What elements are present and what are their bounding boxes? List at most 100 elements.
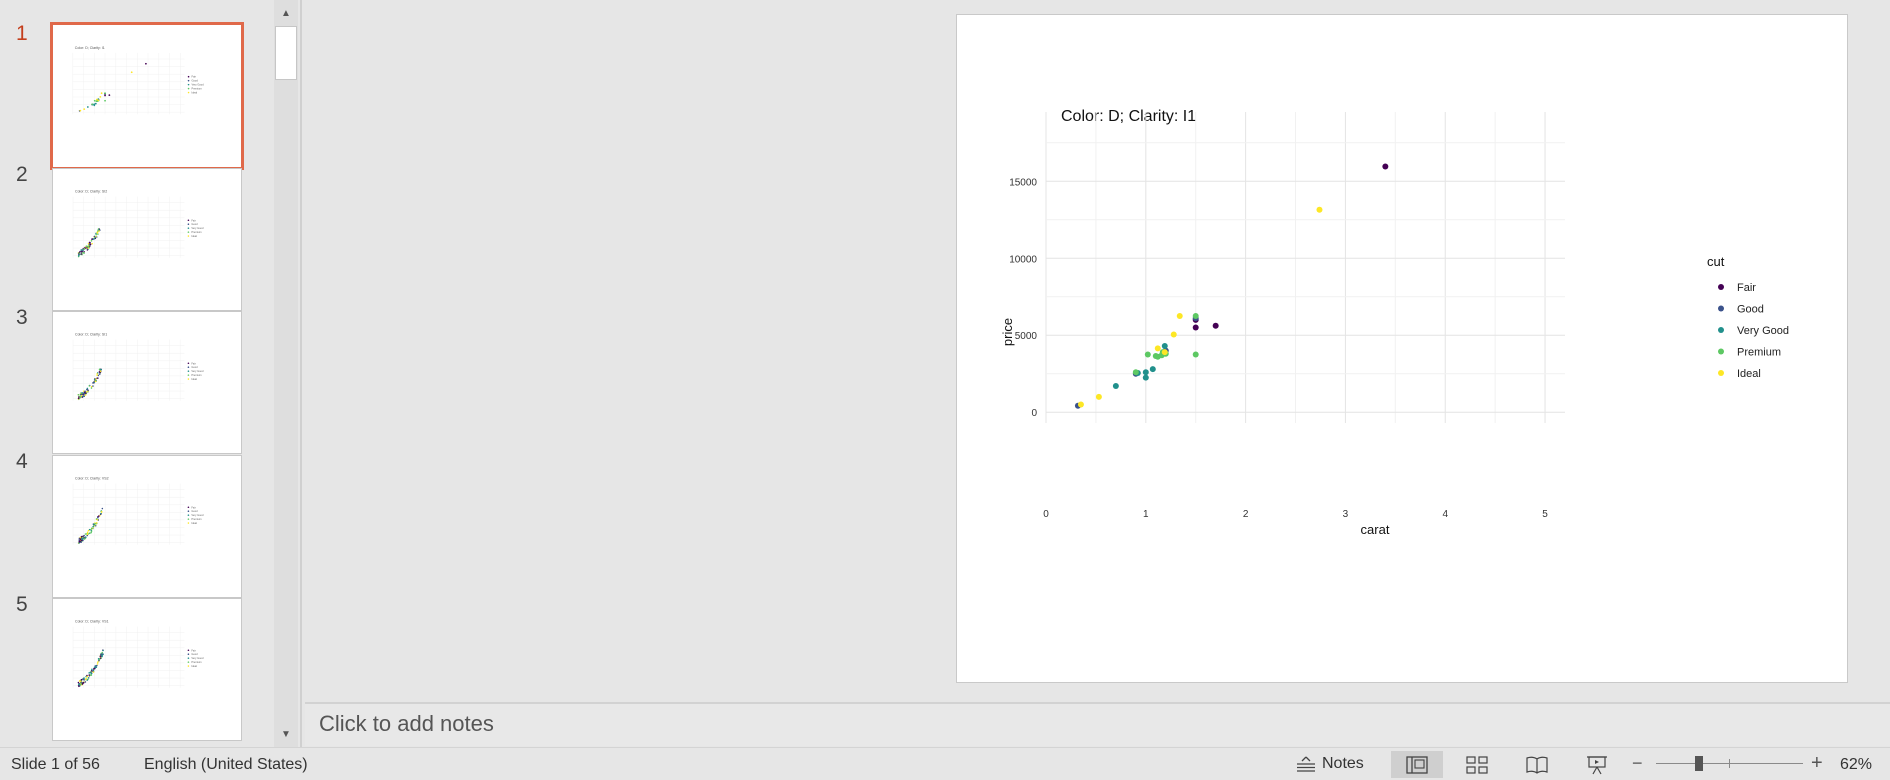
thumbnail-point: [93, 666, 96, 669]
thumbnail-point: [89, 243, 92, 246]
scrollbar-track[interactable]: [274, 0, 298, 747]
thumbnail-legend-entry: Premium: [191, 230, 201, 234]
thumbnail-point: [102, 649, 104, 652]
thumbnail-legend-swatch: [187, 362, 190, 365]
normal-view-button[interactable]: [1391, 751, 1443, 778]
thumbnail-legend-swatch: [187, 91, 190, 94]
thumbnail-legend-entry: Premium: [191, 660, 201, 664]
x-axis-label: carat: [1361, 522, 1390, 537]
thumbnail-point: [82, 251, 85, 254]
data-point: [1149, 366, 1156, 373]
thumbnail-point: [86, 533, 89, 536]
chart-grid: [1045, 112, 1565, 423]
language-indicator[interactable]: English (United States): [144, 756, 308, 774]
legend-title: cut: [1707, 254, 1725, 269]
scrollbar-thumb[interactable]: [275, 26, 297, 80]
thumbnail-scrollbar[interactable]: ▲ ▼: [273, 0, 299, 747]
thumbnail-legend-swatch: [187, 87, 190, 90]
zoom-slider[interactable]: [1656, 756, 1803, 771]
legend-entry: Very Good: [1737, 325, 1789, 337]
thumbnail-point: [83, 248, 86, 250]
thumbnail-point: [104, 94, 106, 97]
thumbnail-legend-entry: Premium: [191, 373, 201, 377]
thumbnail-point: [79, 395, 81, 398]
thumbnail-legend-swatch: [187, 366, 190, 369]
thumbnail-point: [95, 378, 97, 380]
scroll-down-arrow-icon[interactable]: ▼: [274, 723, 298, 745]
data-point: [1152, 353, 1159, 360]
data-point: [1112, 383, 1119, 390]
zoom-slider-center-mark: [1729, 759, 1730, 768]
thumbnail-point: [83, 108, 86, 111]
thumbnail-point: [86, 106, 89, 108]
slide-thumbnail-3[interactable]: Color: D; Clarity: SI1 Fair Good Very Good P…: [52, 311, 242, 454]
thumbnail-point: [81, 393, 83, 395]
thumbnail-point: [86, 387, 89, 390]
thumbnail-point: [91, 238, 93, 241]
thumbnail-point: [92, 385, 94, 387]
slide-thumbnail-5[interactable]: Color: D; Clarity: VS1 Fair Good Very Good P…: [52, 598, 242, 741]
legend-swatch: [1718, 327, 1724, 333]
slide-sorter-view-button[interactable]: [1451, 751, 1503, 778]
zoom-in-button[interactable]: +: [1811, 752, 1823, 775]
thumbnail-point: [89, 241, 91, 244]
thumbnail-legend-entry: Fair: [191, 648, 196, 652]
thumbnail-legend-entry: Good: [191, 509, 198, 513]
thumbnail-point: [96, 664, 98, 667]
thumbnail-point: [77, 397, 80, 400]
slide-counter: Slide 1 of 56: [11, 756, 100, 773]
thumbnail-point: [82, 395, 85, 398]
y-axis-label: price: [1000, 318, 1015, 346]
thumbnail-point: [79, 536, 82, 539]
thumbnail-point: [82, 682, 84, 685]
thumbnail-legend-swatch: [187, 235, 190, 237]
slide-number-2: 2: [16, 163, 28, 186]
slide-sorter-icon: [1466, 755, 1488, 774]
thumbnail-point: [100, 653, 102, 656]
data-point: [1212, 322, 1219, 329]
data-point: [1132, 369, 1139, 376]
thumbnail-point: [90, 531, 92, 534]
notes-toggle-button[interactable]: Notes: [1292, 752, 1368, 776]
thumbnail-point: [83, 392, 86, 395]
thumbnail-point: [100, 512, 102, 515]
thumbnail-point: [85, 536, 87, 539]
thumbnail-point: [80, 249, 82, 251]
x-tick-label: 1: [1143, 509, 1149, 520]
zoom-out-button[interactable]: −: [1632, 753, 1643, 774]
thumbnail-point: [95, 522, 98, 524]
y-tick-label: 15000: [1009, 177, 1037, 188]
thumbnail-point: [130, 71, 133, 74]
thumbnail-point: [79, 683, 82, 686]
slide-thumbnail-panel: 1 Color: D; Clarity: I1 Fair Good Very Good…: [0, 0, 300, 747]
slide-thumbnail-1[interactable]: Color: D; Clarity: I1 Fair Good Very Good Pr…: [50, 22, 244, 170]
slide-show-button[interactable]: [1571, 751, 1623, 778]
thumbnail-point: [78, 540, 80, 543]
thumbnail-point: [83, 677, 85, 679]
slide-thumbnail-4[interactable]: Color: D; Clarity: VS2 Fair Good Very Good P…: [52, 455, 242, 598]
thumbnail-legend-entry: Very Good: [191, 513, 204, 517]
zoom-level[interactable]: 62%: [1840, 756, 1872, 774]
reading-view-button[interactable]: [1511, 751, 1563, 778]
notes-placeholder[interactable]: Click to add notes: [319, 711, 494, 737]
slide-thumbnail-2[interactable]: Color: D; Clarity: SI2 Fair Good Very Good P…: [52, 168, 242, 311]
thumbnail-legend-entry: Fair: [191, 218, 196, 222]
thumbnail-point: [98, 658, 101, 661]
thumbnail-point: [83, 538, 86, 540]
thumbnail-point: [83, 679, 85, 681]
slide-canvas[interactable]: Color: D; Clarity: I1 0 1 2 3 4 5 0 5000 10000 15…: [956, 14, 1848, 683]
data-point: [1161, 349, 1168, 356]
thumbnail-legend-entry: Fair: [191, 361, 196, 365]
thumbnail-point: [95, 666, 98, 669]
thumbnail-point: [96, 519, 99, 521]
thumbnail-legend-swatch: [187, 378, 190, 380]
slide-number-1: 1: [16, 22, 28, 45]
thumbnail-legend-entry: Ideal: [191, 234, 197, 238]
slide-show-icon: [1587, 755, 1607, 774]
scroll-up-arrow-icon[interactable]: ▲: [274, 2, 298, 24]
data-point: [1382, 163, 1389, 170]
data-point: [1142, 374, 1149, 381]
zoom-slider-handle[interactable]: [1694, 756, 1703, 771]
notes-pane[interactable]: Click to add notes: [305, 702, 1890, 746]
thumbnail-point: [96, 663, 99, 665]
